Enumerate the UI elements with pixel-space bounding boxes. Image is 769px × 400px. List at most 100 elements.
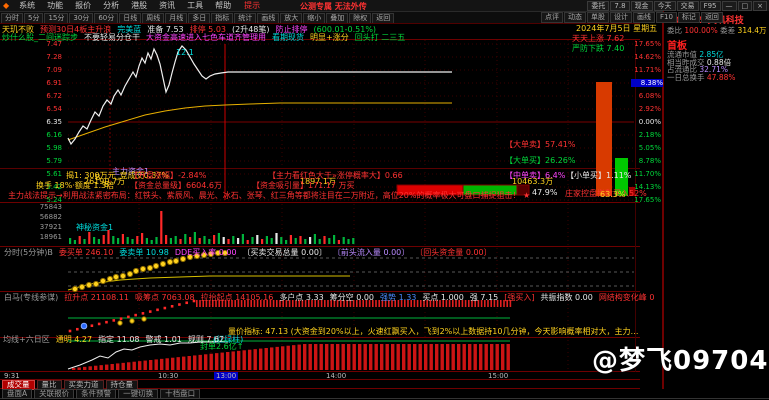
- price-tick-6: 6.35: [2, 118, 62, 126]
- p4-row2-seg-4: 规则 7.62: [188, 334, 224, 345]
- toolbar-right-button-4[interactable]: 画线: [633, 12, 655, 23]
- time-label-4: 15:00: [488, 372, 508, 380]
- price-tick-7: 6.16: [2, 131, 62, 139]
- weibi-label: 委比: [667, 26, 682, 35]
- panel-note-0: 量价指标: 47.13 (大资金到20%以上，火速红飘买入，飞到2%以上数据持1…: [228, 326, 638, 337]
- p1-annotation-5: 【大单卖】57.41%: [505, 139, 576, 150]
- pct-tick-7: 2.18%: [631, 131, 661, 139]
- p4-row2-seg-2: 指定 11.08: [98, 334, 139, 345]
- price-tick-10: 5.61: [2, 170, 62, 178]
- info2-seg-0: 炒什么股_二间迷踪步: [2, 32, 78, 43]
- p4-header-seg-1: 拉升点 21108.11: [64, 292, 129, 303]
- panel3-indicator-header: 分时(5分钟)B委买单 246.10委卖单 10.98DDE买入率 0.00〔买…: [4, 247, 498, 258]
- p4-header-seg-8: 强 7.15: [470, 292, 498, 303]
- p1-annotation-1: 神秘资金1: [76, 222, 113, 233]
- vol-tick-0: 75843: [2, 203, 62, 211]
- p4-header-seg-2: 吸筹点 7063.08: [135, 292, 195, 303]
- p1-annotation-6: 【大单买】26.26%: [505, 155, 576, 166]
- price-tick-9: 5.79: [2, 157, 62, 165]
- pct-tick-9: 8.78%: [631, 157, 661, 165]
- p4-header-seg-7: 买点 1.000: [422, 292, 463, 303]
- info2-seg-3: 看期现货: [272, 32, 304, 43]
- p3-header-seg-2: 委卖单 10.98: [119, 247, 168, 258]
- p4-header-seg-10: 共振指数 0.00: [540, 292, 592, 303]
- p3-header-seg-6: 〔回头资金量 0.00〕: [415, 247, 491, 258]
- p1-annotation-12: 47.9%: [532, 188, 557, 197]
- panel4-second-row: 均线+六日区通明 4.27 指定 11.08 警戒 1.01 规则 7.62: [3, 334, 230, 345]
- info2-seg-1: 不要轻易分仓干: [84, 32, 140, 43]
- p4-header-seg-3: 拉抬起点 14105.16: [201, 292, 274, 303]
- info2-seg-5: 回头打 二三五: [355, 32, 406, 43]
- p3-header-seg-0: 分时(5分钟)B: [4, 247, 53, 258]
- vol-tick-1: 56882: [2, 213, 62, 221]
- p4-row2-seg-0: 均线+六日区: [3, 334, 50, 345]
- weicha-label: 委差: [720, 26, 735, 35]
- anno-row2-0: 主力战法提示→利用战法紧密布局：红铁头、紫辰风、晨光、冰石、张琴、红三角等都将注…: [8, 190, 530, 201]
- tab2-盘面A[interactable]: 盘面A: [2, 389, 32, 399]
- metric-label: 一日总换手: [667, 73, 707, 82]
- p4-header-seg-11: 网结构变化峰 0: [599, 292, 655, 303]
- toolbar-right-button-7[interactable]: 返回: [701, 12, 723, 23]
- price-tick-2: 7.09: [2, 66, 62, 74]
- price-tick-1: 7.28: [2, 53, 62, 61]
- p4-header-seg-0: 白马(专线参谋): [4, 292, 58, 303]
- toolbar-right-button-5[interactable]: F10: [656, 12, 677, 23]
- p4-row2-seg-1: 通明 4.27: [56, 334, 92, 345]
- limit-down-label: 严防下跌 7.40: [572, 43, 624, 54]
- toolbar-right-button-6[interactable]: 标记: [678, 12, 700, 23]
- anno-row2-1: 63.3%: [600, 190, 625, 199]
- pct-tick-10: 11.70%: [631, 170, 661, 178]
- metric-value: 47.88%: [707, 73, 736, 82]
- price-tick-8: 5.98: [2, 144, 62, 152]
- quote-metric-3: 一日总换手 47.88%: [667, 72, 767, 83]
- tab2-十档盘口[interactable]: 十档盘口: [160, 389, 200, 399]
- window-title: 公测专属 无法外传: [300, 1, 367, 12]
- tab2-一键切换[interactable]: 一键切换: [118, 389, 158, 399]
- pct-tick-0: 17.65%: [631, 40, 661, 48]
- p3-header-seg-5: 〔前头流入量 0.00〕: [333, 247, 409, 258]
- toolbar-right-button-2[interactable]: 单股: [587, 12, 609, 23]
- strategy-info-row-2: 炒什么股_二间迷踪步不要轻易分仓干大资金高速进入七色车道齐管理用看期现货明显+涨…: [2, 32, 411, 43]
- p1-annotation-11: 10463.3万: [512, 176, 553, 187]
- pct-tick-1: 14.62%: [631, 53, 661, 61]
- watermark: @梦飞09704: [592, 340, 768, 377]
- info2-seg-2: 大资金高速进入七色车道齐管理用: [146, 32, 266, 43]
- pct-tick-8: 5.05%: [631, 144, 661, 152]
- p4-header-seg-4: 多户点 3.33: [279, 292, 323, 303]
- toolbar-right-buttons: 点评动态单股设计画线F10标记返回: [540, 12, 723, 23]
- info2-seg-4: 明显+涨分: [310, 32, 349, 43]
- price-tick-3: 6.91: [2, 79, 62, 87]
- toolbar-right-button-1[interactable]: 动态: [564, 12, 586, 23]
- p4-header-seg-5: 筹分空 0.00: [330, 292, 374, 303]
- p3-header-seg-4: 〔买卖交易总量 0.00〕: [243, 247, 327, 258]
- vol-tick-2: 37921: [2, 223, 62, 231]
- pct-tick-2: 11.71%: [631, 66, 661, 74]
- pct-tick-5: 2.92%: [631, 105, 661, 113]
- time-label-1: 10:30: [158, 372, 178, 380]
- weibi-value: 100.00%: [684, 26, 717, 35]
- price-tick-5: 6.54: [2, 105, 62, 113]
- tab2-条件预警[interactable]: 条件预警: [76, 389, 116, 399]
- quote-panel: 300245 天玑科技 委比 100.00% 委差 314.4万 首板 流通市值…: [663, 11, 769, 389]
- pct-tick-6: 0.00%: [631, 118, 661, 126]
- time-label-0: 9:31: [4, 372, 20, 380]
- weicha-value: 314.4万: [738, 26, 767, 35]
- bottom-tabs-function: 盘面A关联报价条件预警一键切换十档盘口: [2, 389, 200, 399]
- price-tick-4: 6.72: [2, 92, 62, 100]
- pct-tick-4: 6.08%: [631, 92, 661, 100]
- time-label-3: 14:00: [326, 372, 346, 380]
- weibi-row: 委比 100.00% 委差 314.4万: [667, 25, 767, 36]
- p4-row2-seg-3: 警戒 1.01: [146, 334, 182, 345]
- pct-tick-3: 8.38%: [631, 79, 665, 87]
- p4-header-seg-9: [强买入]: [504, 292, 534, 303]
- p1-annotation-8: 【小单买】1.11%: [566, 170, 631, 181]
- p1-annotation-2: 12.1: [176, 48, 194, 57]
- vol-tick-3: 18961: [2, 233, 62, 241]
- toolbar-right-button-0[interactable]: 点评: [541, 12, 563, 23]
- tab2-关联报价[interactable]: 关联报价: [34, 389, 74, 399]
- p3-header-seg-1: 委买单 246.10: [59, 247, 114, 258]
- panel4-indicator-header: 白马(专线参谋) 拉升点 21108.11 吸筹点 7063.08 拉抬起点 1410…: [4, 292, 660, 303]
- p4-header-seg-6: 强势 1.33: [380, 292, 416, 303]
- time-label-2[interactable]: 13:00: [214, 372, 238, 380]
- toolbar-right-button-3[interactable]: 设计: [610, 12, 632, 23]
